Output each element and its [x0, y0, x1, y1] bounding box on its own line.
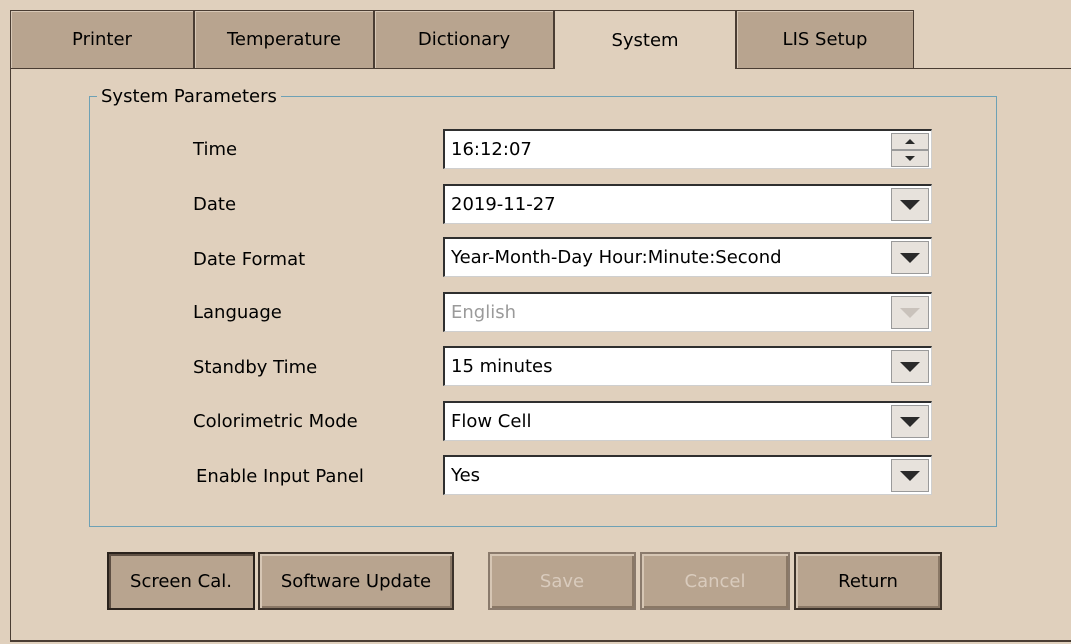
- chevron-down-icon: [900, 416, 920, 427]
- standby-time-value: 15 minutes: [451, 356, 553, 377]
- arrow-up-icon: [905, 139, 915, 144]
- arrow-down-icon: [905, 156, 915, 161]
- date-dropdown-button[interactable]: [891, 188, 929, 221]
- colorimetric-mode-value: Flow Cell: [451, 411, 532, 432]
- time-spinner[interactable]: [891, 133, 929, 167]
- tab-system[interactable]: System: [554, 10, 736, 69]
- date-select[interactable]: 2019-11-27: [443, 184, 932, 224]
- colorimetric-mode-select[interactable]: Flow Cell: [443, 401, 932, 441]
- chevron-down-icon: [900, 252, 920, 263]
- return-button[interactable]: Return: [794, 552, 942, 610]
- group-title: System Parameters: [97, 86, 281, 107]
- colorimetric-mode-label: Colorimetric Mode: [193, 411, 358, 432]
- standby-time-label: Standby Time: [193, 357, 318, 378]
- date-format-dropdown-button[interactable]: [891, 241, 929, 274]
- chevron-down-icon: [900, 361, 920, 372]
- enable-input-panel-select[interactable]: Yes: [443, 455, 932, 495]
- save-button: Save: [488, 552, 636, 610]
- tab-bar: Printer Temperature Dictionary System LI…: [0, 0, 1071, 69]
- language-select: English: [443, 292, 932, 332]
- date-format-value: Year-Month-Day Hour:Minute:Second: [451, 247, 782, 268]
- chevron-down-icon: [900, 199, 920, 210]
- date-format-label: Date Format: [193, 249, 306, 270]
- chevron-down-icon: [900, 307, 920, 318]
- tab-printer[interactable]: Printer: [10, 10, 194, 68]
- chevron-down-icon: [900, 470, 920, 481]
- software-update-button[interactable]: Software Update: [258, 552, 454, 610]
- standby-time-dropdown-button[interactable]: [891, 350, 929, 383]
- tab-temperature[interactable]: Temperature: [194, 10, 374, 68]
- language-label: Language: [193, 302, 282, 323]
- language-dropdown-button: [891, 296, 929, 329]
- colorimetric-mode-dropdown-button[interactable]: [891, 405, 929, 438]
- spin-down-button[interactable]: [891, 150, 929, 167]
- date-label: Date: [193, 194, 237, 215]
- tab-dictionary[interactable]: Dictionary: [374, 10, 554, 68]
- standby-time-select[interactable]: 15 minutes: [443, 346, 932, 386]
- enable-input-panel-dropdown-button[interactable]: [891, 459, 929, 492]
- screen-cal-button[interactable]: Screen Cal.: [107, 552, 255, 610]
- enable-input-panel-value: Yes: [451, 465, 481, 486]
- language-value: English: [451, 302, 516, 323]
- enable-input-panel-label: Enable Input Panel: [196, 466, 364, 487]
- cancel-button: Cancel: [640, 552, 790, 610]
- time-field[interactable]: 16:12:07: [443, 129, 932, 169]
- date-value: 2019-11-27: [451, 194, 556, 215]
- date-format-select[interactable]: Year-Month-Day Hour:Minute:Second: [443, 237, 932, 277]
- time-value: 16:12:07: [451, 139, 532, 160]
- tab-lis-setup[interactable]: LIS Setup: [736, 10, 914, 68]
- spin-up-button[interactable]: [891, 133, 929, 150]
- time-label: Time: [193, 139, 238, 160]
